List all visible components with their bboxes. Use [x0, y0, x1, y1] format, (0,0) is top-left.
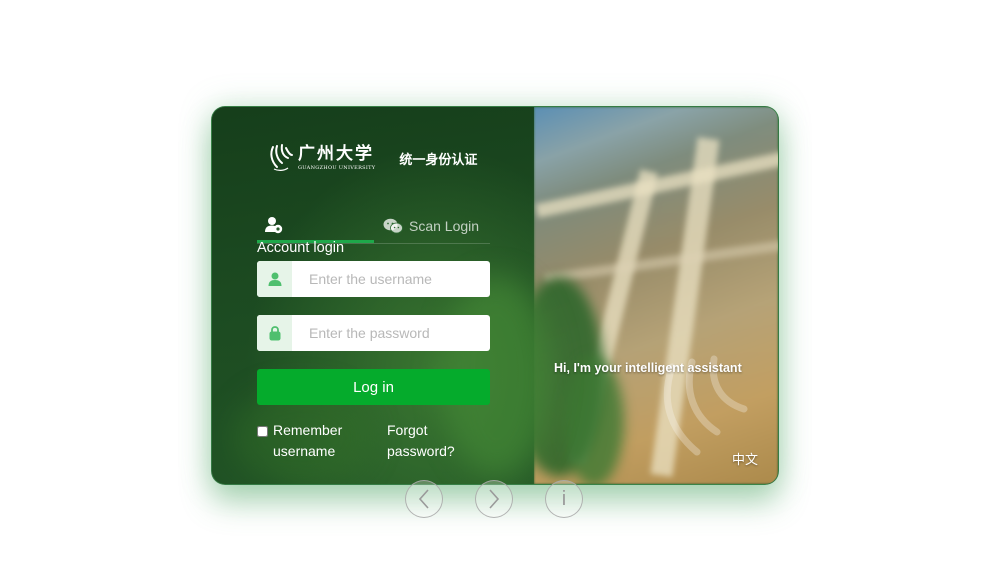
tab-scan-label: Scan Login: [409, 218, 480, 234]
university-name-en: GUANGZHOU UNIVERSITY: [298, 164, 376, 171]
carousel-next-button[interactable]: [475, 480, 513, 518]
account-login-heading: Account login: [257, 240, 345, 256]
remember-checkbox[interactable]: [257, 426, 268, 437]
university-name-cn: 广州大学: [298, 143, 374, 164]
remember-label: Remember username: [273, 422, 343, 459]
auth-system-title: 统一身份认证: [399, 152, 478, 168]
password-prefix: [257, 315, 292, 351]
lock-icon: [269, 325, 280, 340]
tab-scan-login[interactable]: Scan Login: [383, 209, 479, 243]
chevron-right-icon: [489, 489, 500, 509]
carousel-info-button[interactable]: i: [545, 480, 583, 518]
forgot-password-link[interactable]: Forgot password?: [387, 420, 467, 462]
user-gear-icon: [265, 217, 283, 234]
password-input[interactable]: [292, 315, 490, 351]
carousel-prev-button[interactable]: [405, 480, 443, 518]
login-card: 广州大学 GUANGZHOU UNIVERSITY 统一身份认证 Scan Lo…: [211, 106, 779, 485]
tab-account-login[interactable]: [257, 209, 374, 243]
wechat-icon: [383, 218, 403, 234]
login-tabs: Scan Login: [257, 209, 490, 244]
username-prefix: [257, 261, 292, 297]
info-icon: i: [561, 487, 567, 510]
user-icon: [268, 272, 281, 286]
language-toggle[interactable]: 中文: [732, 449, 758, 468]
chevron-left-icon: [418, 489, 429, 509]
login-button[interactable]: Log in: [257, 369, 490, 405]
assistant-greeting[interactable]: Hi, I'm your intelligent assistant: [554, 361, 742, 375]
remember-username[interactable]: Remember username: [257, 420, 353, 462]
password-field: [257, 315, 490, 351]
username-input[interactable]: [292, 261, 490, 297]
university-logo: 广州大学 GUANGZHOU UNIVERSITY 统一身份认证: [268, 143, 477, 173]
username-field: [257, 261, 490, 297]
university-emblem-icon: [270, 144, 293, 171]
